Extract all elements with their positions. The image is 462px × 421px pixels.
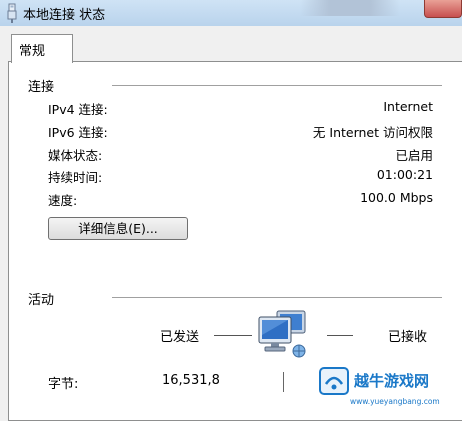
- media-state-value: 已启用: [395, 148, 433, 163]
- bytes-label: 字节:: [48, 377, 79, 392]
- close-button[interactable]: [424, 0, 462, 18]
- received-label: 已接收: [388, 330, 428, 345]
- activity-divider: [112, 297, 442, 298]
- window-title: 本地连接 状态: [23, 8, 106, 23]
- tab-label: 常规: [19, 44, 46, 59]
- ipv6-label: IPv6 连接:: [48, 125, 108, 140]
- tab-general[interactable]: 常规: [11, 34, 73, 63]
- ipv4-value: Internet: [383, 99, 433, 114]
- ipv4-label: IPv4 连接:: [48, 102, 108, 117]
- activity-heading: 活动: [28, 293, 55, 308]
- speed-value: 100.0 Mbps: [360, 190, 433, 205]
- received-line: [327, 335, 353, 336]
- bytes-divider: [283, 372, 284, 392]
- sent-line: [214, 335, 252, 336]
- network-computers-icon: [258, 310, 306, 358]
- connection-heading: 连接: [28, 80, 55, 95]
- duration-label: 持续时间:: [48, 170, 103, 185]
- tab-row: 常规: [0, 26, 462, 63]
- speed-label: 速度:: [48, 193, 78, 208]
- ipv6-value: 无 Internet 访问权限: [312, 125, 433, 140]
- media-state-label: 媒体状态:: [48, 148, 103, 163]
- connection-divider: [112, 85, 442, 86]
- bytes-sent-value: 16,531,8: [162, 373, 220, 388]
- sent-label: 已发送: [160, 330, 200, 345]
- site-watermark: 越牛游戏网 www.yueyangbang.com: [319, 367, 440, 406]
- network-connection-icon: [7, 3, 17, 23]
- details-button[interactable]: 详细信息(E)...: [48, 217, 188, 240]
- watermark-title: 越牛游戏网: [353, 372, 429, 390]
- title-bar: 本地连接 状态: [0, 0, 462, 27]
- title-bar-blur: [300, 0, 400, 16]
- duration-value: 01:00:21: [376, 167, 433, 182]
- watermark-url: www.yueyangbang.com: [350, 397, 440, 406]
